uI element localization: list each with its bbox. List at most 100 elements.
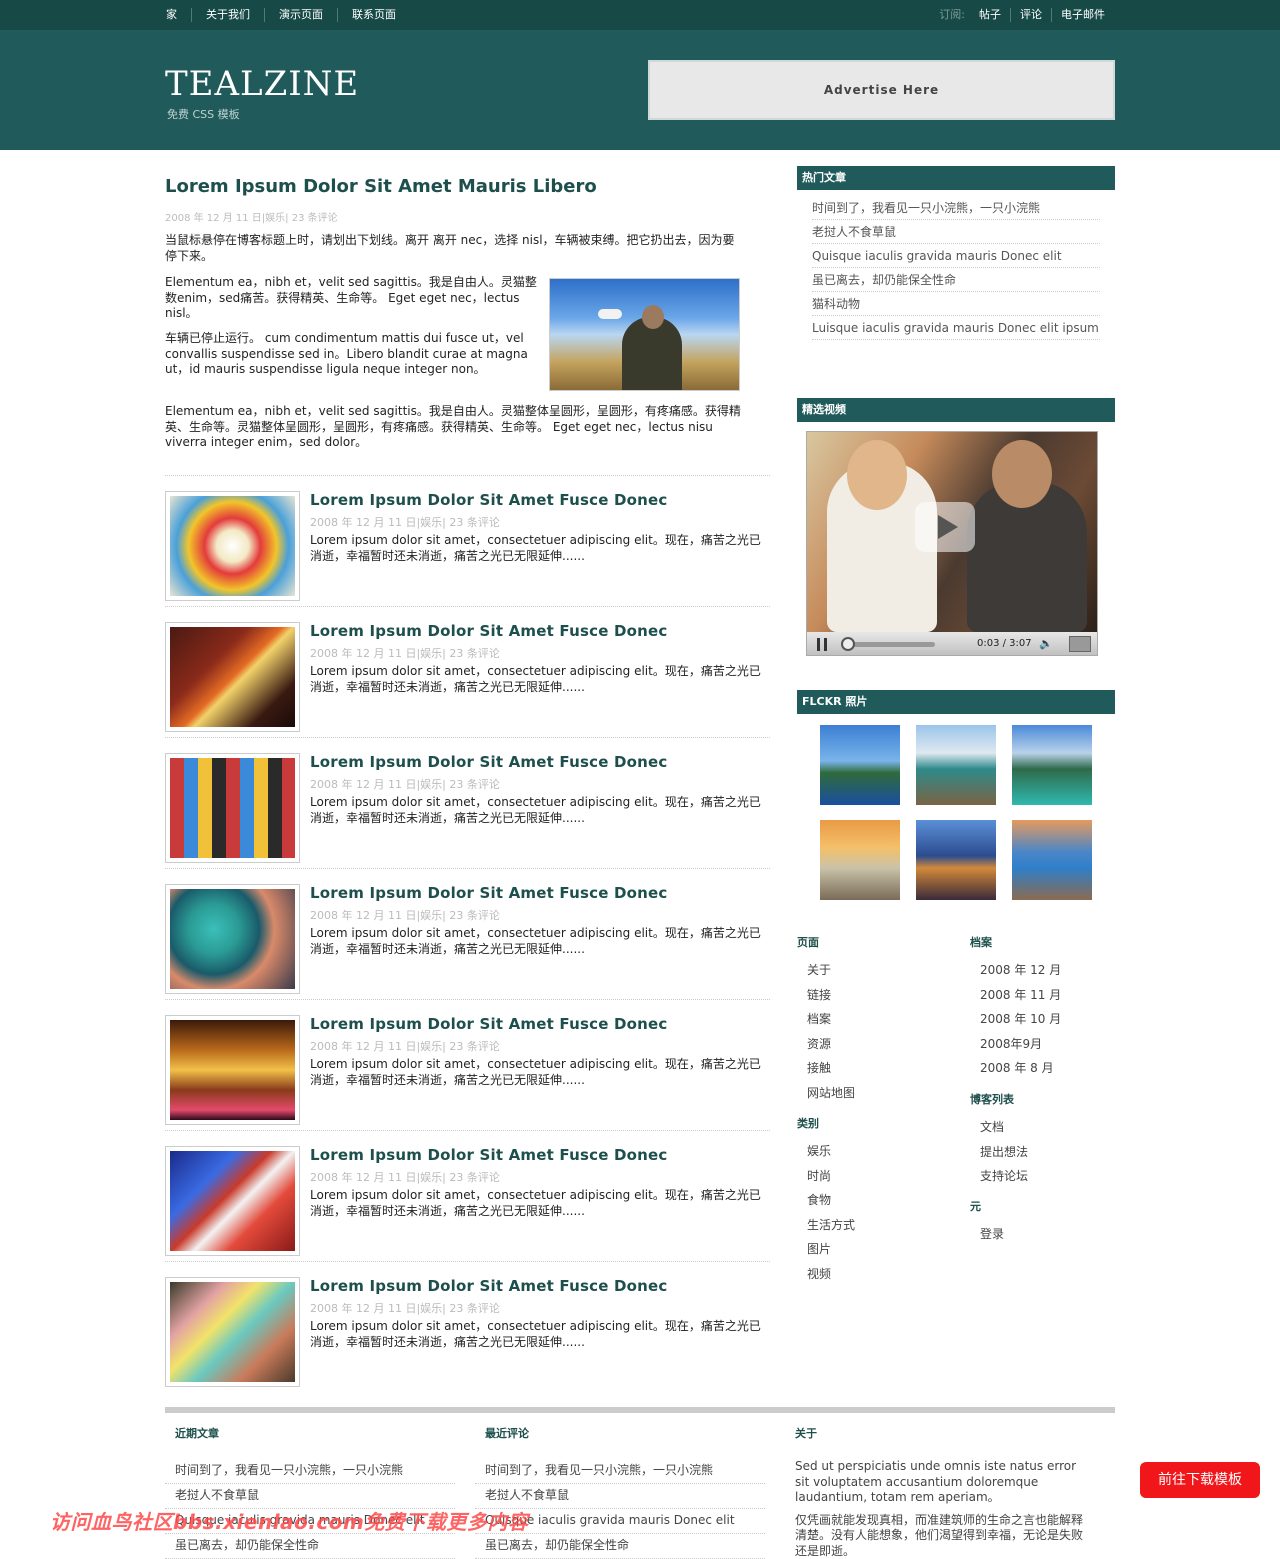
popular-post-link[interactable]: 猫科动物 xyxy=(812,292,1100,316)
category-link[interactable]: 食物 xyxy=(807,1188,855,1213)
post-item: Lorem Ipsum Dolor Sit Amet Fusce Donec20… xyxy=(165,753,770,883)
flickr-photo[interactable] xyxy=(916,820,996,900)
archive-link[interactable]: 2008年9月 xyxy=(980,1032,1061,1057)
post-title[interactable]: Lorem Ipsum Dolor Sit Amet Fusce Donec xyxy=(310,753,668,771)
video-person-head-shape xyxy=(992,440,1052,508)
nav-item-about[interactable]: 关于我们 xyxy=(191,8,264,22)
post-title[interactable]: Lorem Ipsum Dolor Sit Amet Fusce Donec xyxy=(310,622,668,640)
play-icon[interactable] xyxy=(915,502,975,552)
advertise-banner[interactable]: Advertise Here xyxy=(648,60,1115,120)
fullscreen-icon[interactable] xyxy=(1069,636,1091,652)
category-link[interactable]: 时尚 xyxy=(807,1164,855,1189)
post-thumbnail[interactable] xyxy=(165,622,300,732)
post-meta: 2008 年 12 月 11 日|娱乐| 23 条评论 xyxy=(310,907,500,923)
nav-item-home[interactable]: 家 xyxy=(166,8,191,22)
footer-divider xyxy=(165,1407,1115,1413)
archive-link[interactable]: 2008 年 12 月 xyxy=(980,958,1061,983)
post-title[interactable]: Lorem Ipsum Dolor Sit Amet Fusce Donec xyxy=(310,1277,668,1295)
featured-paragraph: Elementum ea，nibh et，velit sed sagittis。… xyxy=(165,275,540,322)
video-time: 0:03 / 3:07 xyxy=(977,638,1032,649)
post-title[interactable]: Lorem Ipsum Dolor Sit Amet Fusce Donec xyxy=(310,1015,668,1033)
site-logo[interactable]: TEALZINE xyxy=(165,66,359,102)
seek-bar[interactable] xyxy=(843,642,935,647)
pages-list: 关于 链接 档案 资源 接触 网站地图 xyxy=(807,958,855,1106)
post-excerpt: Lorem ipsum dolor sit amet，consectetuer … xyxy=(310,533,765,564)
category-link[interactable]: 图片 xyxy=(807,1237,855,1262)
category-link[interactable]: 生活方式 xyxy=(807,1213,855,1238)
featured-post-image xyxy=(549,278,740,391)
subscribe-links: 订阅: 帖子 评论 电子邮件 xyxy=(939,8,1114,22)
pause-icon[interactable] xyxy=(817,638,827,651)
subscribe-comments-link[interactable]: 评论 xyxy=(1010,8,1051,22)
popular-post-link[interactable]: 虽已离去，却仍能保全性命 xyxy=(812,268,1100,292)
archive-link[interactable]: 2008 年 11 月 xyxy=(980,983,1061,1008)
seek-knob[interactable] xyxy=(841,637,855,651)
divider xyxy=(165,999,770,1000)
page-link[interactable]: 关于 xyxy=(807,958,855,983)
blogroll-heading: 博客列表 xyxy=(970,1091,1014,1107)
flickr-photo[interactable] xyxy=(1012,820,1092,900)
popular-post-link[interactable]: 老挝人不食草鼠 xyxy=(812,220,1100,244)
blogroll-link[interactable]: 支持论坛 xyxy=(980,1164,1028,1189)
divider xyxy=(165,475,770,476)
recent-post-link[interactable]: 虽已离去，却仍能保全性命 xyxy=(165,1534,455,1559)
post-thumbnail[interactable] xyxy=(165,753,300,863)
download-template-button[interactable]: 前往下载模板 xyxy=(1140,1462,1260,1498)
divider xyxy=(165,1130,770,1131)
about-paragraph: 仅凭画就能发现真相，而准建筑师的生命之言也能解释清楚。没有人能想象，他们渴望得到… xyxy=(795,1513,1087,1559)
archive-link[interactable]: 2008 年 8 月 xyxy=(980,1056,1061,1081)
page-link[interactable]: 链接 xyxy=(807,983,855,1008)
featured-post-title[interactable]: Lorem Ipsum Dolor Sit Amet Mauris Libero xyxy=(165,176,597,197)
post-thumbnail[interactable] xyxy=(165,491,300,601)
subscribe-email-link[interactable]: 电子邮件 xyxy=(1051,8,1114,22)
recent-comment-link[interactable]: 时间到了，我看见一只小浣熊，一只小浣熊 xyxy=(475,1459,765,1484)
flickr-photo[interactable] xyxy=(1012,725,1092,805)
category-link[interactable]: 视频 xyxy=(807,1262,855,1287)
popular-posts-list: 时间到了，我看见一只小浣熊，一只小浣熊 老挝人不食草鼠 Quisque iacu… xyxy=(812,196,1100,340)
post-thumbnail[interactable] xyxy=(165,1146,300,1256)
recent-comment-link[interactable]: 虽已离去，却仍能保全性命 xyxy=(475,1534,765,1559)
popular-post-link[interactable]: 时间到了，我看见一只小浣熊，一只小浣熊 xyxy=(812,196,1100,220)
volume-icon[interactable]: 🔈 xyxy=(1039,637,1053,650)
archive-link[interactable]: 2008 年 10 月 xyxy=(980,1007,1061,1032)
nav-item-contact[interactable]: 联系页面 xyxy=(337,8,410,22)
subscribe-posts-link[interactable]: 帖子 xyxy=(979,8,1010,22)
page-link[interactable]: 接触 xyxy=(807,1056,855,1081)
post-title[interactable]: Lorem Ipsum Dolor Sit Amet Fusce Donec xyxy=(310,1146,668,1164)
about-paragraph: Sed ut perspiciatis unde omnis iste natu… xyxy=(795,1459,1087,1506)
flickr-photo[interactable] xyxy=(916,725,996,805)
recent-post-link[interactable]: 时间到了，我看见一只小浣熊，一只小浣熊 xyxy=(165,1459,455,1484)
soldier-head-shape xyxy=(642,305,664,329)
post-meta: 2008 年 12 月 11 日|娱乐| 23 条评论 xyxy=(310,1038,500,1054)
popular-post-link[interactable]: Luisque iaculis gravida mauris Donec eli… xyxy=(812,316,1100,340)
post-thumbnail[interactable] xyxy=(165,1015,300,1125)
blogroll-link[interactable]: 文档 xyxy=(980,1115,1028,1140)
login-link[interactable]: 登录 xyxy=(980,1222,1004,1247)
video-player[interactable]: 0:03 / 3:07 🔈 xyxy=(806,431,1098,656)
subscribe-label: 订阅: xyxy=(939,8,965,22)
post-meta: 2008 年 12 月 11 日|娱乐| 23 条评论 xyxy=(310,514,500,530)
flickr-photo[interactable] xyxy=(820,820,900,900)
popular-post-link[interactable]: Quisque iaculis gravida mauris Donec eli… xyxy=(812,244,1100,268)
post-thumbnail[interactable] xyxy=(165,1277,300,1387)
helicopter-shape xyxy=(598,309,622,319)
featured-paragraph: Elementum ea，nibh et，velit sed sagittis。… xyxy=(165,404,745,451)
page-link[interactable]: 资源 xyxy=(807,1032,855,1057)
post-title[interactable]: Lorem Ipsum Dolor Sit Amet Fusce Donec xyxy=(310,884,668,902)
footer-about: 关于 Sed ut perspiciatis unde omnis iste n… xyxy=(795,1425,1087,1559)
flickr-photo[interactable] xyxy=(820,725,900,805)
post-excerpt: Lorem ipsum dolor sit amet，consectetuer … xyxy=(310,664,765,695)
meta-heading: 元 xyxy=(970,1198,981,1214)
post-title[interactable]: Lorem Ipsum Dolor Sit Amet Fusce Donec xyxy=(310,491,668,509)
page-link[interactable]: 档案 xyxy=(807,1007,855,1032)
nav-item-demo[interactable]: 演示页面 xyxy=(264,8,337,22)
recent-posts-heading: 近期文章 xyxy=(175,1425,455,1441)
categories-list: 娱乐 时尚 食物 生活方式 图片 视频 xyxy=(807,1139,855,1287)
page-link[interactable]: 网站地图 xyxy=(807,1081,855,1106)
post-thumbnail[interactable] xyxy=(165,884,300,994)
blogroll-link[interactable]: 提出想法 xyxy=(980,1140,1028,1165)
divider xyxy=(165,737,770,738)
category-link[interactable]: 娱乐 xyxy=(807,1139,855,1164)
popular-posts-heading: 热门文章 xyxy=(797,166,1115,190)
post-item: Lorem Ipsum Dolor Sit Amet Fusce Donec20… xyxy=(165,622,770,752)
